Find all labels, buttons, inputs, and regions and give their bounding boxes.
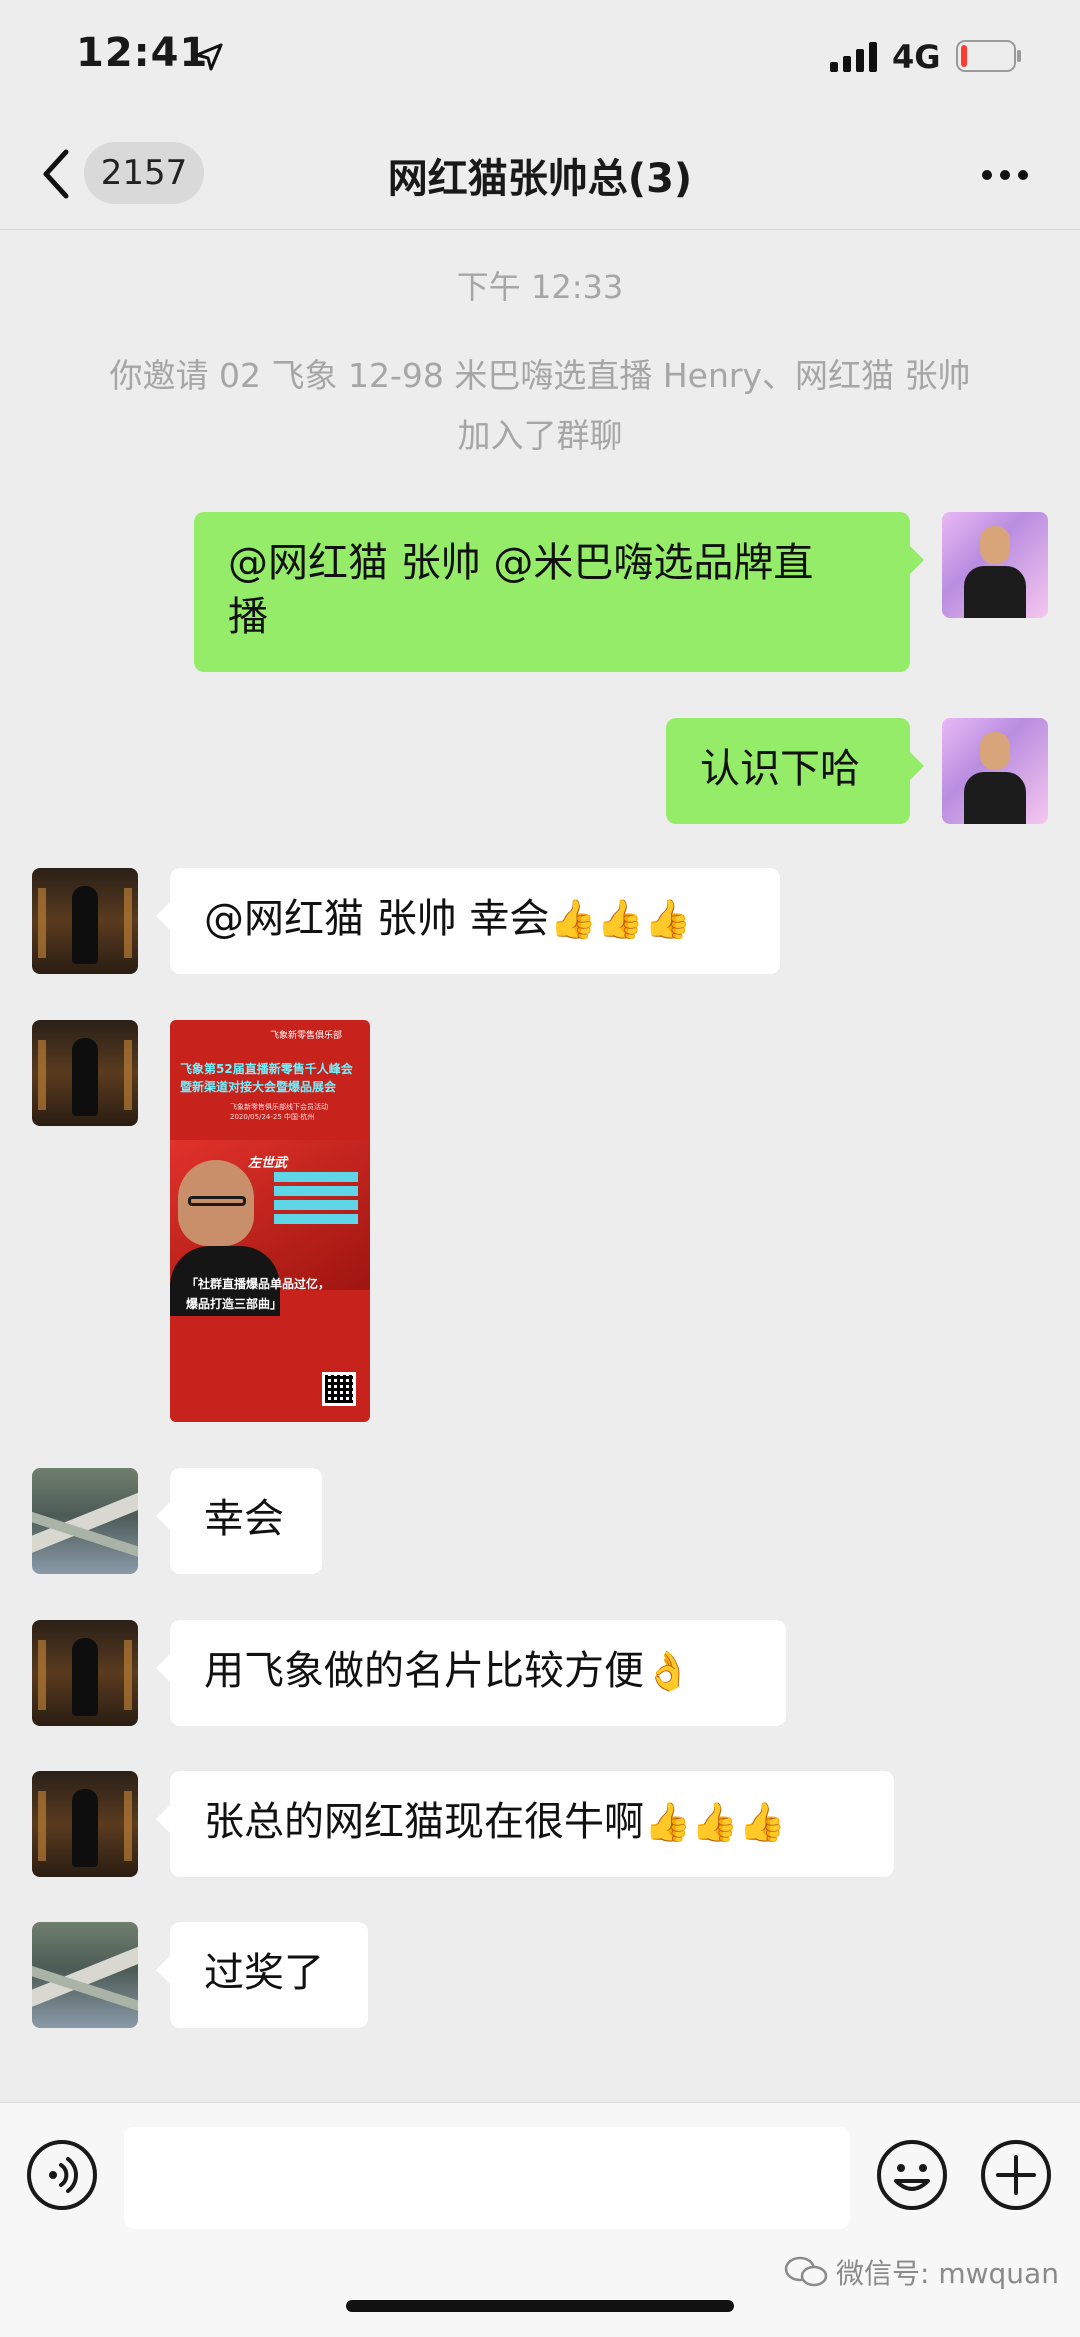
location-arrow-icon: [195, 43, 223, 71]
avatar-member[interactable]: [32, 868, 138, 974]
poster-brand: 飞象新零售俱乐部: [270, 1031, 343, 1041]
poster-headline-line: 暨新渠道对接大会暨爆品展会: [180, 1080, 337, 1094]
message-text: 过奖了: [204, 1950, 324, 1996]
message-text: @网红猫 张帅 幸会: [204, 896, 550, 942]
system-join-notice: 你邀请 02 飞象 12-98 米巴嗨选直播 Henry、网红猫 张帅 加入了群…: [80, 346, 1000, 466]
avatar-self[interactable]: [942, 512, 1048, 618]
message-text: 用飞象做的名片比较方便: [204, 1648, 644, 1694]
avatar-member[interactable]: [32, 1922, 138, 2028]
poster-sub-line: 飞象新零售俱乐部线下会员活动: [230, 1103, 328, 1111]
thumbs-up-icon: 👍👍👍: [644, 1800, 786, 1844]
poster-quote-line: 爆品打造三部曲」: [186, 1297, 283, 1311]
message-text: 幸会: [204, 1496, 284, 1542]
watermark-text: 微信号: mwquan: [836, 2257, 1059, 2290]
message-bubble-sent[interactable]: @网红猫 张帅 @米巴嗨选品牌直 播: [194, 512, 924, 672]
message-text: 认识下哈: [700, 746, 860, 792]
poster-speaker-name: 左世武: [248, 1156, 288, 1171]
more-dots-icon[interactable]: [980, 168, 1030, 182]
battery-low-icon: [956, 40, 1021, 72]
message-bubble-received[interactable]: @网红猫 张帅 幸会👍👍👍: [156, 868, 780, 974]
avatar-member[interactable]: [32, 1020, 138, 1126]
poster-quote-line: 「社群直播爆品单品过亿，: [186, 1277, 331, 1291]
poster-quote: 「社群直播爆品单品过亿， 爆品打造三部曲」: [186, 1274, 370, 1314]
signal-icon: [830, 42, 877, 72]
message-bubble-sent[interactable]: 认识下哈: [666, 718, 924, 824]
poster-headline-line: 飞象第52届直播新零售千人峰会: [180, 1062, 353, 1076]
message-text: @网红猫 张帅 @米巴嗨选品牌直: [228, 540, 814, 586]
chat-title: 网红猫张帅总(3): [387, 156, 693, 202]
emoji-face-icon[interactable]: [876, 2139, 948, 2211]
voice-icon[interactable]: [26, 2139, 98, 2211]
system-timestamp: 下午 12:33: [456, 268, 624, 306]
event-poster-image[interactable]: 飞象新零售俱乐部 飞象第52届直播新零售千人峰会 暨新渠道对接大会暨爆品展会 飞…: [170, 1020, 370, 1422]
poster-sub-line: 2020/05/24-25 中国·杭州: [230, 1113, 315, 1121]
message-bubble-received[interactable]: 张总的网红猫现在很牛啊👍👍👍: [156, 1771, 894, 1877]
message-bubble-received[interactable]: 过奖了: [156, 1922, 368, 2028]
avatar-self[interactable]: [942, 718, 1048, 824]
poster-headline: 飞象第52届直播新零售千人峰会 暨新渠道对接大会暨爆品展会: [180, 1060, 366, 1096]
status-bar: 12:41 4G: [0, 0, 1080, 118]
network-label: 4G: [892, 38, 941, 76]
avatar-member[interactable]: [32, 1620, 138, 1726]
ok-hand-icon: 👌: [644, 1649, 692, 1693]
message-text: 张总的网红猫现在很牛啊: [204, 1799, 644, 1845]
plus-icon[interactable]: [980, 2139, 1052, 2211]
wechat-logo-icon: [784, 2256, 828, 2287]
qr-code-icon: [322, 1372, 356, 1406]
avatar-member[interactable]: [32, 1468, 138, 1574]
message-bubble-received[interactable]: 用飞象做的名片比较方便👌: [156, 1620, 786, 1726]
notice-line: 你邀请 02 飞象 12-98 米巴嗨选直播 Henry、网红猫 张帅: [109, 356, 971, 395]
back-chevron-icon[interactable]: [40, 146, 72, 202]
home-indicator[interactable]: [346, 2300, 734, 2312]
message-bubble-received[interactable]: 幸会: [156, 1468, 322, 1574]
poster-subtitle: 飞象新零售俱乐部线下会员活动 2020/05/24-25 中国·杭州: [230, 1102, 328, 1122]
message-text: 播: [228, 594, 268, 640]
notice-line: 加入了群聊: [457, 416, 623, 455]
message-text-input[interactable]: [124, 2127, 850, 2229]
unread-count-badge[interactable]: 2157: [84, 142, 204, 204]
avatar-member[interactable]: [32, 1771, 138, 1877]
thumbs-up-icon: 👍👍👍: [549, 897, 692, 941]
chat-header: 2157 网红猫张帅总(3): [0, 118, 1080, 230]
status-time: 12:41: [76, 30, 209, 76]
